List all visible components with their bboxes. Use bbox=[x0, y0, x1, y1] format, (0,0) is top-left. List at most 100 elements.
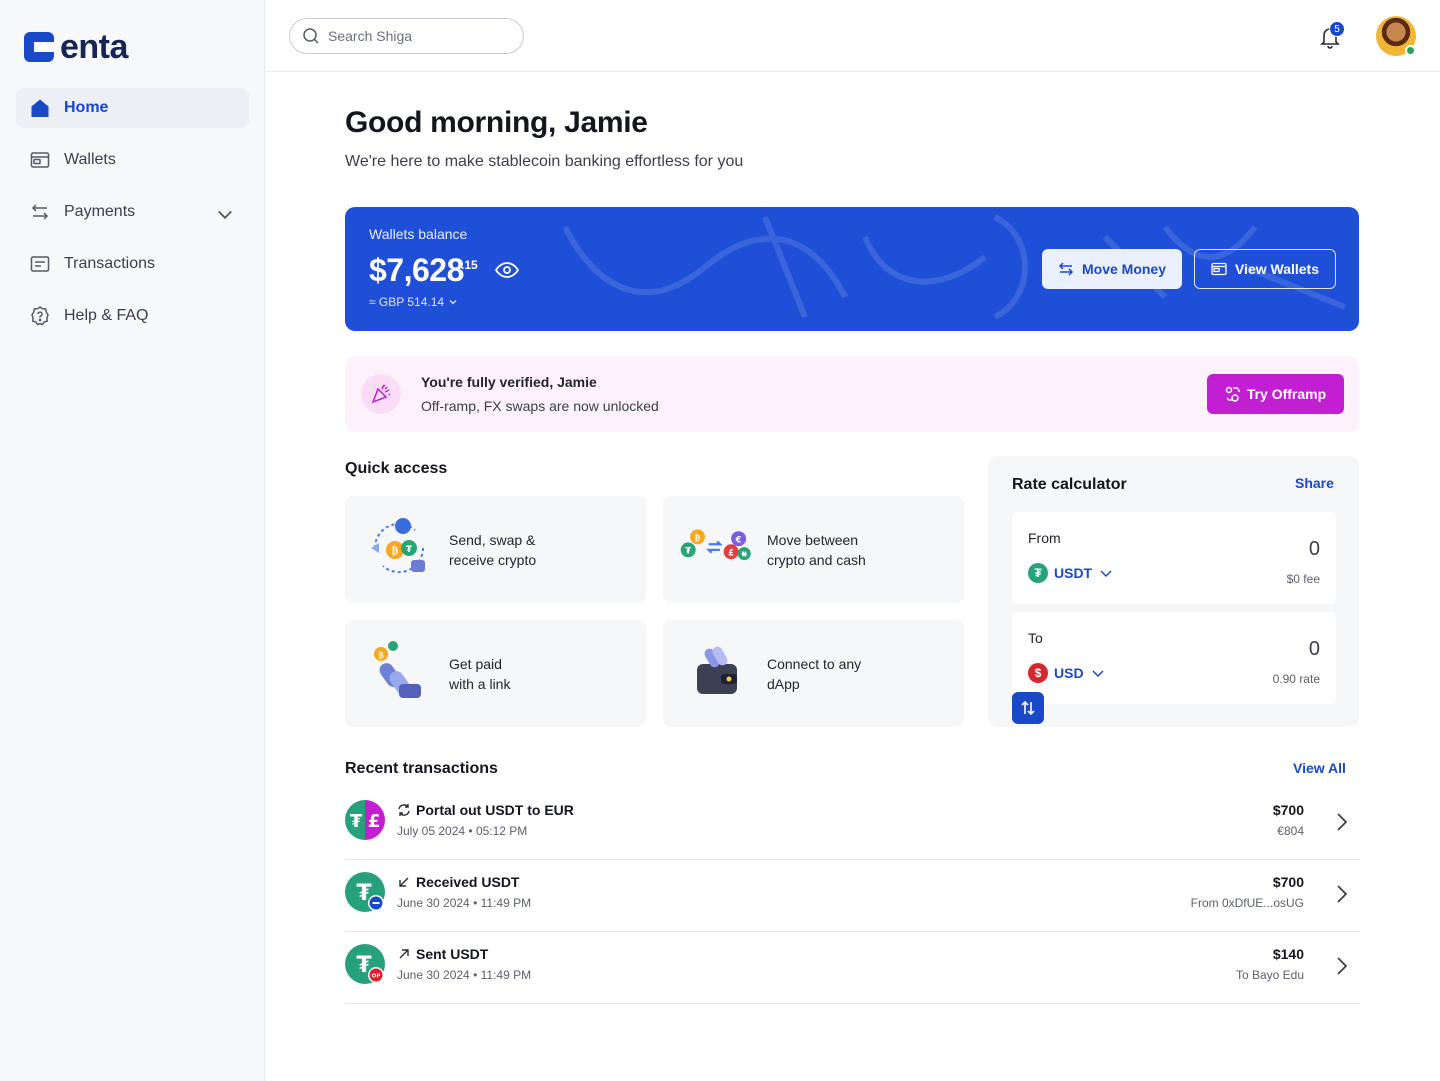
balance-amount: $7,628 bbox=[369, 252, 464, 288]
quick-access-crypto-cash[interactable]: ₿ ₮ € £ ₦ Move between crypto and cash bbox=[663, 496, 964, 603]
tether-icon: ₮ bbox=[1028, 563, 1048, 583]
sidebar-item-home[interactable]: Home bbox=[16, 88, 249, 128]
quick-access-send-swap[interactable]: ₿ ₮ Send, swap & receive crypto bbox=[345, 496, 646, 603]
search-bar[interactable] bbox=[289, 18, 524, 54]
transaction-row[interactable]: ₮ Received USDT June 30 2024 • 11:49 PM … bbox=[345, 860, 1360, 932]
wallet-icon bbox=[30, 152, 50, 168]
transaction-date: June 30 2024 • 11:49 PM bbox=[397, 968, 532, 982]
rate-to-label: To bbox=[1028, 630, 1043, 646]
transaction-name-text: Received USDT bbox=[416, 874, 520, 890]
transaction-date-text: July 05 2024 bbox=[397, 824, 466, 838]
eye-icon[interactable] bbox=[495, 261, 519, 279]
sidebar-item-transactions[interactable]: Transactions bbox=[16, 244, 249, 284]
svg-text:₦: ₦ bbox=[742, 549, 748, 558]
swap-currencies-button[interactable] bbox=[1012, 692, 1044, 724]
page-title: Good morning, Jamie bbox=[345, 106, 648, 139]
quick-access-title: Quick access bbox=[345, 460, 448, 477]
receipt-icon bbox=[30, 256, 50, 272]
transaction-name-text: Portal out USDT to EUR bbox=[416, 802, 574, 818]
logo-text: enta bbox=[60, 28, 128, 66]
to-rate-note: 0.90 rate bbox=[1272, 672, 1320, 686]
arrow-up-right-icon bbox=[399, 949, 409, 959]
party-popper-icon bbox=[361, 374, 401, 414]
verification-title: You're fully verified, Jamie bbox=[421, 374, 597, 390]
transaction-name: Portal out USDT to EUR bbox=[397, 802, 574, 818]
balance-currency-selector[interactable]: ≈ GBP 514.14 bbox=[369, 295, 458, 309]
to-amount-input[interactable] bbox=[1200, 638, 1320, 661]
from-amount-input[interactable] bbox=[1200, 538, 1320, 561]
transaction-subtext: €804 bbox=[1277, 824, 1304, 838]
transaction-date: July 05 2024 • 05:12 PM bbox=[397, 824, 528, 838]
arrows-icon bbox=[31, 204, 49, 220]
svg-text:OP: OP bbox=[372, 974, 381, 980]
move-money-button[interactable]: Move Money bbox=[1042, 249, 1182, 289]
dollar-icon: $ bbox=[1028, 663, 1048, 683]
transaction-row[interactable]: ₮ £ Portal out USDT to EUR July 05 2024 … bbox=[345, 788, 1360, 860]
wallet-link-illustration-icon bbox=[697, 646, 737, 694]
svg-text:£: £ bbox=[728, 547, 734, 557]
balance-card: Wallets balance $7,628 .15 ≈ GBP 514.14 … bbox=[345, 207, 1359, 331]
sidebar-item-label: Wallets bbox=[64, 151, 116, 168]
to-currency-select[interactable]: $ USD bbox=[1028, 663, 1106, 683]
quick-access-text: Move between crypto and cash bbox=[767, 530, 907, 570]
rate-from-box: From ₮ USDT $0 fee bbox=[1012, 512, 1336, 604]
logo[interactable]: enta bbox=[24, 30, 128, 64]
sidebar-item-label: Transactions bbox=[64, 255, 155, 272]
svg-text:£: £ bbox=[368, 811, 381, 832]
quick-access-dapp[interactable]: Connect to any dApp bbox=[663, 620, 964, 727]
chevron-down-icon bbox=[1092, 670, 1104, 678]
transaction-name-text: Sent USDT bbox=[416, 946, 489, 962]
sidebar-item-help[interactable]: Help & FAQ bbox=[16, 296, 249, 336]
usdt-sent-icon: ₮ OP bbox=[345, 944, 385, 984]
notification-badge: 5 bbox=[1329, 21, 1345, 37]
rate-calculator: Rate calculator Share From ₮ USDT $0 fee… bbox=[988, 456, 1359, 727]
chevron-down-icon bbox=[449, 300, 457, 305]
view-wallets-button[interactable]: View Wallets bbox=[1194, 249, 1336, 289]
sidebar-item-label: Payments bbox=[64, 203, 136, 220]
usdt-received-icon: ₮ bbox=[345, 872, 385, 912]
transaction-date-text: June 30 2024 bbox=[397, 968, 470, 982]
svg-text:₿: ₿ bbox=[695, 533, 701, 543]
chevron-right-icon bbox=[1337, 885, 1348, 903]
sidebar-item-wallets[interactable]: Wallets bbox=[16, 140, 249, 180]
share-link[interactable]: Share bbox=[1295, 475, 1334, 491]
balance-label: Wallets balance bbox=[369, 226, 468, 242]
transfer-icon bbox=[1058, 262, 1074, 276]
online-status-dot bbox=[1405, 45, 1416, 56]
topbar: 5 bbox=[265, 0, 1440, 72]
verification-subtitle: Off-ramp, FX swaps are now unlocked bbox=[421, 398, 659, 414]
quick-access-line2: dApp bbox=[767, 676, 800, 692]
transaction-time-text: 11:49 PM bbox=[480, 896, 532, 910]
quick-access-payment-link[interactable]: ₿ Get paid with a link bbox=[345, 620, 646, 727]
crypto-swap-illustration-icon: ₿ ₮ bbox=[371, 518, 425, 574]
transaction-date-text: June 30 2024 bbox=[397, 896, 470, 910]
from-currency-label: USDT bbox=[1054, 565, 1093, 581]
transaction-date: June 30 2024 • 11:49 PM bbox=[397, 896, 532, 910]
transaction-amount: $140 bbox=[1272, 946, 1304, 962]
quick-access-text: Connect to any dApp bbox=[767, 654, 907, 694]
transaction-name: Sent USDT bbox=[397, 946, 488, 962]
exchange-icon bbox=[1225, 386, 1240, 402]
home-icon bbox=[31, 99, 49, 117]
svg-text:₮: ₮ bbox=[350, 811, 363, 832]
quick-access-text: Get paid with a link bbox=[449, 654, 589, 694]
try-offramp-button[interactable]: Try Offramp bbox=[1207, 374, 1344, 414]
payment-link-illustration-icon: ₿ bbox=[374, 641, 421, 698]
quick-access-line1: Send, swap & bbox=[449, 532, 536, 548]
swap-vertical-icon bbox=[1021, 700, 1035, 716]
transaction-time-text: 05:12 PM bbox=[475, 824, 528, 838]
wallet-icon bbox=[1211, 262, 1227, 276]
view-all-link[interactable]: View All bbox=[1293, 760, 1346, 776]
quick-access-line1: Connect to any bbox=[767, 656, 862, 672]
from-currency-select[interactable]: ₮ USDT bbox=[1028, 563, 1114, 583]
rate-to-box: To $ USD 0.90 rate bbox=[1012, 612, 1336, 704]
from-fee-note: $0 fee bbox=[1286, 572, 1320, 586]
sidebar-item-payments[interactable]: Payments bbox=[16, 192, 249, 232]
transaction-amount: $700 bbox=[1272, 874, 1304, 890]
search-input[interactable] bbox=[328, 28, 508, 44]
transaction-row[interactable]: ₮ OP Sent USDT June 30 2024 • 11:49 PM $… bbox=[345, 932, 1360, 1004]
to-currency-label: USD bbox=[1054, 665, 1084, 681]
rate-calculator-title: Rate calculator bbox=[1012, 476, 1127, 493]
search-icon bbox=[303, 28, 319, 44]
recent-transactions-title: Recent transactions bbox=[345, 760, 498, 777]
